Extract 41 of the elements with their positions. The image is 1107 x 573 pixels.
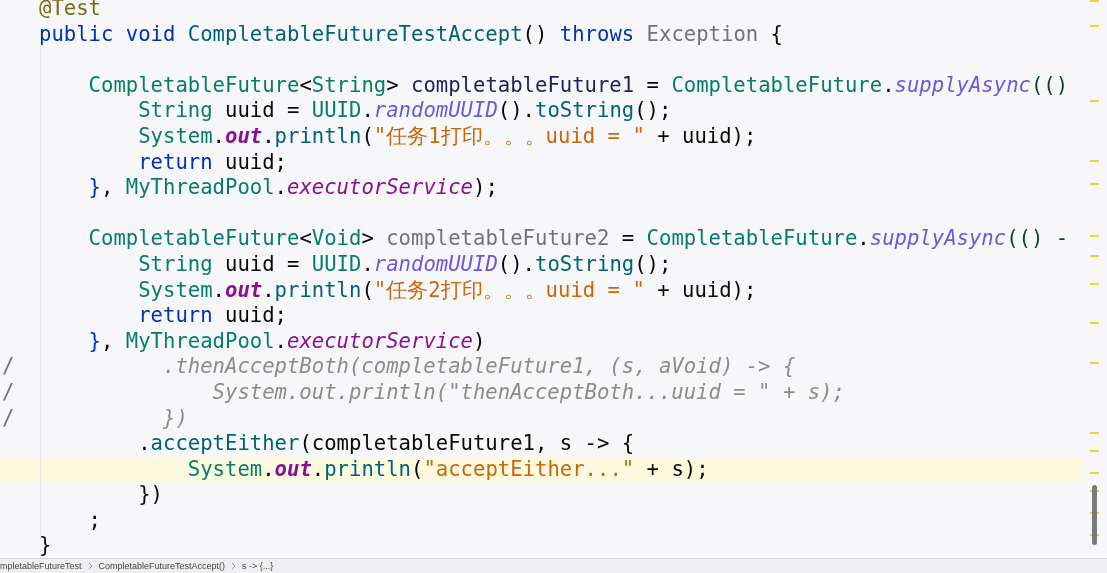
comment-gutter-mark: / — [1, 405, 16, 432]
code-line: .thenAcceptBoth(completableFuture1, (s, aVoid) -> { — [162, 354, 796, 380]
code-line: @Test — [38, 0, 101, 22]
chevron-right-icon — [231, 562, 237, 570]
code-line: return uuid; — [137, 149, 287, 176]
error-stripe-mark[interactable] — [1090, 283, 1099, 285]
error-stripe-mark[interactable] — [1090, 25, 1099, 27]
comment-gutter-mark: / — [1, 354, 16, 380]
code-line: }) — [162, 405, 188, 432]
error-stripe-mark[interactable] — [1090, 432, 1099, 434]
code-line: CompletableFuture<String> completableFuture1 = CompletableFuture.supplyAsync(() — [87, 72, 1069, 99]
error-stripe-mark[interactable] — [1090, 322, 1099, 324]
error-stripe-mark[interactable] — [1090, 362, 1099, 364]
code-line: System.out.println("thenAcceptBoth...uuid = " + s); — [211, 379, 845, 406]
code-line: } — [38, 533, 52, 558]
error-stripe-mark[interactable] — [1090, 160, 1099, 162]
chevron-right-icon — [87, 562, 93, 570]
error-stripe-mark[interactable] — [1090, 472, 1099, 474]
error-stripe-mark[interactable] — [1090, 255, 1099, 257]
code-line: System.out.println("任务1打印。。。uuid = " + uuid); — [137, 123, 757, 150]
code-line: ; — [87, 507, 101, 534]
error-stripe-mark[interactable] — [1090, 235, 1099, 237]
breadcrumb-item[interactable]: s -> {...} — [242, 560, 274, 572]
code-line: return uuid; — [137, 303, 287, 329]
code-line: String uuid = UUID.randomUUID().toString(); — [137, 98, 672, 124]
breadcrumb-item[interactable]: mpletableFutureTest — [0, 560, 82, 572]
code-line: CompletableFuture<Void> completableFuture2 = CompletableFuture.supplyAsync(() - — [87, 226, 1069, 252]
code-line: }) — [137, 482, 163, 508]
comment-gutter-mark: / — [1, 379, 16, 406]
error-stripe-mark[interactable] — [1090, 183, 1099, 185]
code-line: System.out.println("任务2打印。。。uuid = " + uuid); — [137, 277, 757, 304]
code-line: .acceptEither(completableFuture1, s -> { — [137, 431, 635, 457]
code-line: String uuid = UUID.randomUUID().toString(); — [137, 251, 672, 278]
breadcrumb-item[interactable]: CompletableFutureTestAccept() — [98, 560, 226, 572]
code-line: }, MyThreadPool.executorService); — [87, 175, 498, 201]
error-stripe-mark[interactable] — [1090, 450, 1099, 452]
code-line: }, MyThreadPool.executorService) — [87, 328, 486, 355]
scrollbar-thumb[interactable] — [1092, 485, 1097, 545]
code-line: public void CompletableFutureTestAccept() throws Exception { — [38, 21, 783, 48]
error-stripe-mark[interactable] — [1090, 0, 1099, 2]
error-stripe-mark[interactable] — [1090, 100, 1099, 102]
